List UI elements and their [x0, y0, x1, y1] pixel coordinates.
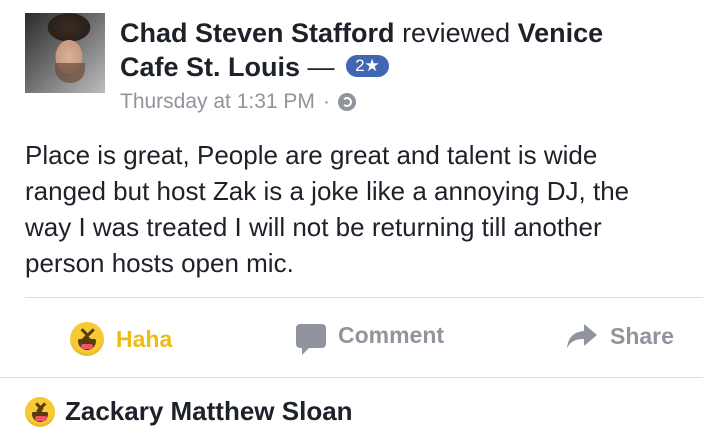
actions-top-divider [25, 297, 703, 298]
review-post: Chad Steven Stafford reviewed Venice Caf… [0, 0, 703, 378]
author-name-link[interactable]: Chad Steven Stafford [120, 18, 395, 48]
share-label: Share [610, 322, 674, 349]
page-name-link-part2[interactable]: Cafe St. Louis [120, 52, 300, 82]
meta-separator: · [322, 90, 330, 113]
haha-emoji-icon [25, 396, 55, 427]
post-body-line: Place is great, People are great and tal… [25, 140, 598, 170]
post-body-line: person hosts open mic. [25, 248, 294, 278]
share-button[interactable]: Share [566, 322, 674, 350]
post-meta: Thursday at 1:31 PM · [120, 90, 356, 114]
rating-badge: 2★ [346, 54, 389, 77]
author-avatar[interactable] [25, 13, 105, 93]
share-icon [567, 324, 597, 348]
comment-label: Comment [338, 322, 445, 348]
haha-emoji-icon [70, 322, 104, 356]
post-timestamp[interactable]: Thursday at 1:31 PM [120, 90, 315, 114]
page-name-link-part1[interactable]: Venice [518, 18, 604, 48]
headline-dash: — [307, 52, 335, 82]
haha-reaction-button[interactable]: Haha [70, 322, 172, 356]
section-divider [0, 377, 703, 378]
post-body: Place is great, People are great and tal… [25, 137, 685, 281]
action-text: reviewed [402, 18, 511, 48]
comment-icon [296, 323, 326, 355]
reactor-name-link[interactable]: Zackary Matthew Sloan [65, 396, 353, 427]
globe-icon [337, 93, 356, 111]
post-body-line: ranged but host Zak is a joke like a ann… [25, 176, 630, 206]
post-headline: Chad Steven Stafford reviewed Venice Caf… [120, 16, 680, 84]
post-body-line: way I was treated I will not be returnin… [25, 212, 602, 242]
post-actions-bar: Haha Comment Share [0, 300, 703, 376]
reactor-row: Zackary Matthew Sloan [25, 396, 353, 427]
comment-button[interactable]: Comment [296, 322, 445, 355]
haha-label: Haha [116, 325, 173, 352]
